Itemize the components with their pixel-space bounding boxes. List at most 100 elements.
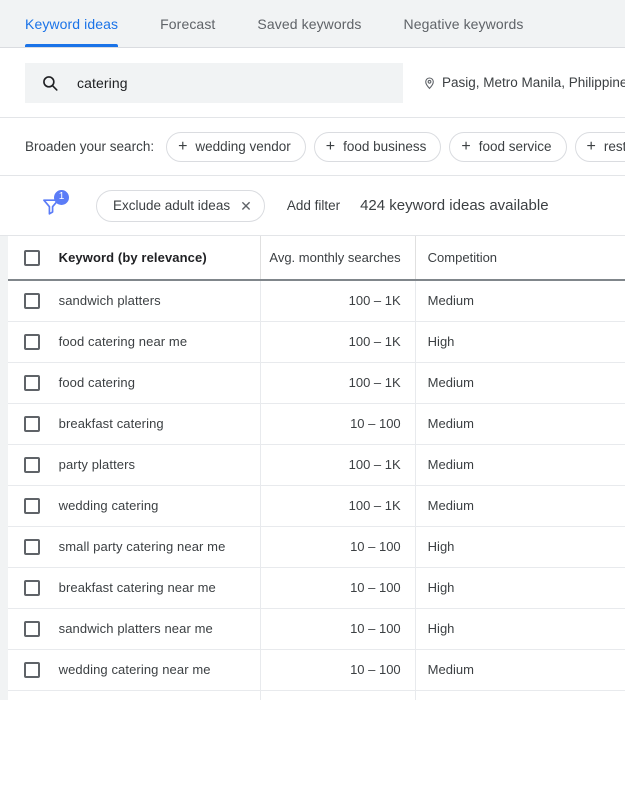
chip-label: food business: [343, 139, 427, 154]
row-checkbox[interactable]: [24, 497, 41, 514]
table-row[interactable]: food catering 100 – 1K Medium: [8, 362, 625, 404]
cell-keyword: sandwich platters: [56, 280, 261, 322]
table-header-row: Keyword (by relevance) Avg. monthly sear…: [8, 236, 625, 281]
row-select-cell: [8, 690, 57, 700]
plus-icon: +: [586, 137, 596, 155]
select-all-header-cell: [8, 236, 57, 281]
plus-icon: +: [461, 137, 471, 155]
broaden-chip-restaurant[interactable]: + restaur: [574, 131, 625, 162]
filter-chip-label: Exclude adult ideas: [113, 198, 231, 213]
cell-keyword: party platters near me: [56, 690, 261, 700]
cell-keyword: sandwich platters near me: [56, 608, 261, 650]
location-selector[interactable]: Pasig, Metro Manila, Philippines: [423, 75, 625, 91]
cell-avg-monthly-searches: 10 – 100: [259, 649, 416, 691]
row-select-cell: [8, 649, 57, 691]
chip-label: food service: [478, 139, 552, 154]
row-checkbox[interactable]: [24, 538, 41, 555]
filter-row: 1 Exclude adult ideas ✕ Add filter 424 k…: [0, 176, 625, 236]
table-row[interactable]: wedding catering 100 – 1K Medium: [8, 485, 625, 527]
row-checkbox[interactable]: [24, 661, 41, 678]
tab-bar: Keyword ideas Forecast Saved keywords Ne…: [0, 0, 625, 48]
cell-avg-monthly-searches: 10 – 100: [259, 403, 416, 445]
plus-icon: +: [325, 137, 336, 155]
tab-negative-keywords[interactable]: Negative keywords: [390, 1, 538, 47]
table-row[interactable]: party platters near me10 – 100High: [8, 690, 625, 700]
cell-competition: Medium: [414, 403, 625, 445]
cell-avg-monthly-searches: 10 – 100: [259, 567, 416, 609]
keyword-search-input[interactable]: catering: [25, 62, 403, 103]
chip-label: wedding vendor: [195, 139, 291, 154]
cell-avg-monthly-searches: 10 – 100: [259, 690, 416, 700]
cell-avg-monthly-searches: 100 – 1K: [259, 485, 416, 527]
search-icon: [41, 74, 59, 92]
tab-saved-keywords[interactable]: Saved keywords: [243, 1, 375, 47]
cell-keyword: breakfast catering near me: [56, 567, 261, 609]
cell-competition: High: [414, 690, 625, 700]
cell-competition: Medium: [414, 362, 625, 404]
broaden-chip-wedding-vendor[interactable]: + wedding vendor: [166, 131, 306, 162]
row-select-cell: [8, 362, 57, 404]
cell-competition: High: [414, 608, 625, 650]
search-row: catering Pasig, Metro Manila, Philippine…: [0, 48, 625, 118]
row-select-cell: [8, 485, 57, 527]
cell-avg-monthly-searches: 100 – 1K: [259, 321, 416, 363]
table-row[interactable]: wedding catering near me 10 – 100 Medium: [8, 649, 625, 691]
table-row[interactable]: food catering near me 100 – 1K High: [8, 321, 625, 363]
broaden-chip-food-business[interactable]: + food business: [313, 131, 442, 162]
row-select-cell: [8, 526, 57, 568]
cell-keyword: party platters: [56, 444, 261, 486]
close-icon[interactable]: ✕: [240, 199, 252, 213]
table-left-gutter: [0, 236, 8, 700]
table-row[interactable]: sandwich platters 100 – 1K Medium: [8, 280, 625, 322]
keyword-ideas-table: Keyword (by relevance) Avg. monthly sear…: [8, 236, 625, 700]
column-header-competition[interactable]: Competition: [414, 236, 625, 281]
tab-forecast[interactable]: Forecast: [146, 1, 229, 47]
cell-competition: Medium: [414, 280, 625, 322]
table-row[interactable]: breakfast catering near me 10 – 100 High: [8, 567, 625, 609]
search-query-text: catering: [77, 74, 128, 91]
cell-keyword: food catering: [56, 362, 261, 404]
filter-count-badge: 1: [54, 189, 69, 205]
table-header: Keyword (by relevance) Avg. monthly sear…: [8, 236, 625, 281]
column-header-avg-monthly-searches[interactable]: Avg. monthly searches: [259, 236, 416, 281]
tab-label: Keyword ideas: [25, 16, 119, 32]
broaden-search-row: Broaden your search: + wedding vendor + …: [0, 118, 625, 176]
row-checkbox[interactable]: [24, 333, 41, 350]
filter-chip-exclude-adult-ideas[interactable]: Exclude adult ideas ✕: [96, 189, 265, 222]
cell-keyword: breakfast catering: [56, 403, 261, 445]
keyword-table-container: Keyword (by relevance) Avg. monthly sear…: [0, 236, 625, 700]
row-checkbox[interactable]: [24, 579, 41, 596]
select-all-checkbox[interactable]: [24, 249, 41, 266]
row-checkbox[interactable]: [24, 415, 41, 432]
column-header-keyword[interactable]: Keyword (by relevance): [56, 236, 261, 281]
row-select-cell: [8, 403, 57, 445]
row-checkbox[interactable]: [24, 456, 41, 473]
row-select-cell: [8, 444, 57, 486]
table-row[interactable]: sandwich platters near me 10 – 100 High: [8, 608, 625, 650]
chip-label: restaur: [603, 139, 625, 154]
table-row[interactable]: breakfast catering 10 – 100 Medium: [8, 403, 625, 445]
cell-keyword: wedding catering near me: [56, 649, 261, 691]
broaden-chip-food-service[interactable]: + food service: [449, 131, 567, 162]
keyword-ideas-count: 424 keyword ideas available: [360, 197, 549, 214]
row-checkbox[interactable]: [24, 620, 41, 637]
row-select-cell: [8, 608, 57, 650]
filter-funnel-icon[interactable]: 1: [36, 189, 69, 221]
row-checkbox[interactable]: [24, 292, 41, 309]
cell-keyword: wedding catering: [56, 485, 261, 527]
cell-competition: High: [414, 567, 625, 609]
row-checkbox[interactable]: [24, 374, 41, 391]
cell-keyword: food catering near me: [56, 321, 261, 363]
tab-keyword-ideas[interactable]: Keyword ideas: [25, 1, 132, 47]
cell-competition: Medium: [414, 649, 625, 691]
cell-avg-monthly-searches: 100 – 1K: [259, 444, 416, 486]
cell-competition: Medium: [414, 485, 625, 527]
table-row[interactable]: small party catering near me 10 – 100 High: [8, 526, 625, 568]
location-label: Pasig, Metro Manila, Philippines: [442, 75, 625, 90]
tab-label: Saved keywords: [257, 16, 362, 32]
add-filter-button[interactable]: Add filter: [287, 198, 340, 213]
row-select-cell: [8, 567, 57, 609]
table-row[interactable]: party platters 100 – 1K Medium: [8, 444, 625, 486]
broaden-label: Broaden your search:: [25, 139, 155, 154]
table-body: sandwich platters 100 – 1K Medium food cate…: [8, 280, 625, 700]
